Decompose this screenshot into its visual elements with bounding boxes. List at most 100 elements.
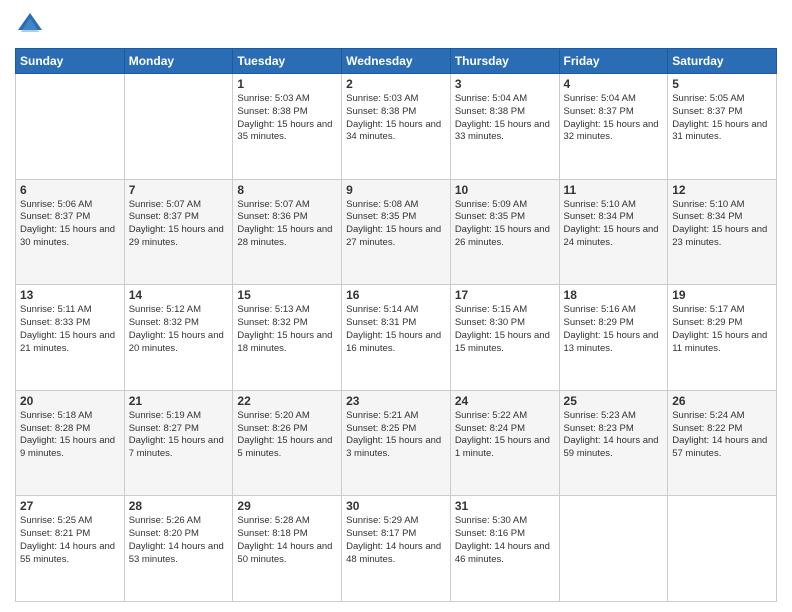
cell-info: Sunrise: 5:13 AM Sunset: 8:32 PM Dayligh…	[237, 304, 337, 355]
calendar-cell: 21Sunrise: 5:19 AM Sunset: 8:27 PM Dayli…	[124, 390, 233, 496]
cell-info: Sunrise: 5:03 AM Sunset: 8:38 PM Dayligh…	[346, 93, 446, 144]
cell-info: Sunrise: 5:10 AM Sunset: 8:34 PM Dayligh…	[564, 199, 664, 250]
calendar-cell: 6 Sunrise: 5:06 AM Sunset: 8:37 PM Daylig…	[16, 179, 125, 285]
day-number: 11	[564, 183, 664, 197]
calendar-cell: 26 Sunrise: 5:24 AM Sunset: 8:22 PM Dayli…	[668, 390, 777, 496]
day-number: 15	[237, 288, 337, 302]
calendar-cell	[16, 74, 125, 180]
day-number: 1	[237, 77, 337, 91]
calendar-cell: 2 Sunrise: 5:03 AM Sunset: 8:38 PM Daylig…	[342, 74, 451, 180]
weekday-header: Monday	[124, 49, 233, 74]
cell-info: Sunrise: 5:11 AM Sunset: 8:33 PM Dayligh…	[20, 304, 120, 355]
calendar-cell: 29 Sunrise: 5:28 AM Sunset: 8:18 PM Dayli…	[233, 496, 342, 602]
day-number: 17	[455, 288, 555, 302]
cell-info: Sunrise: 5:04 AM Sunset: 8:38 PM Dayligh…	[455, 93, 555, 144]
calendar-cell: 10 Sunrise: 5:09 AM Sunset: 8:35 PM Dayli…	[450, 179, 559, 285]
day-number: 10	[455, 183, 555, 197]
calendar-cell: 4 Sunrise: 5:04 AM Sunset: 8:37 PM Daylig…	[559, 74, 668, 180]
calendar-table: SundayMondayTuesdayWednesdayThursdayFrid…	[15, 48, 777, 602]
calendar-cell: 13Sunrise: 5:11 AM Sunset: 8:33 PM Dayli…	[16, 285, 125, 391]
calendar-cell: 18 Sunrise: 5:16 AM Sunset: 8:29 PM Dayli…	[559, 285, 668, 391]
calendar-cell: 23 Sunrise: 5:21 AM Sunset: 8:25 PM Dayli…	[342, 390, 451, 496]
header	[15, 10, 777, 40]
day-number: 25	[564, 394, 664, 408]
cell-info: Sunrise: 5:24 AM Sunset: 8:22 PM Dayligh…	[672, 410, 772, 461]
day-number: 20	[20, 394, 120, 408]
cell-info: Sunrise: 5:18 AM Sunset: 8:28 PM Dayligh…	[20, 410, 120, 461]
day-number: 14	[129, 288, 229, 302]
calendar-week-row: 13Sunrise: 5:11 AM Sunset: 8:33 PM Dayli…	[16, 285, 777, 391]
cell-info: Sunrise: 5:15 AM Sunset: 8:30 PM Dayligh…	[455, 304, 555, 355]
calendar-cell	[668, 496, 777, 602]
calendar-cell: 7 Sunrise: 5:07 AM Sunset: 8:37 PM Daylig…	[124, 179, 233, 285]
calendar-cell: 24 Sunrise: 5:22 AM Sunset: 8:24 PM Dayli…	[450, 390, 559, 496]
calendar-cell: 11 Sunrise: 5:10 AM Sunset: 8:34 PM Dayli…	[559, 179, 668, 285]
weekday-header: Tuesday	[233, 49, 342, 74]
day-number: 4	[564, 77, 664, 91]
day-number: 19	[672, 288, 772, 302]
calendar-cell	[124, 74, 233, 180]
cell-info: Sunrise: 5:22 AM Sunset: 8:24 PM Dayligh…	[455, 410, 555, 461]
calendar-cell: 27 Sunrise: 5:25 AM Sunset: 8:21 PM Dayli…	[16, 496, 125, 602]
calendar-cell: 17 Sunrise: 5:15 AM Sunset: 8:30 PM Dayli…	[450, 285, 559, 391]
day-number: 24	[455, 394, 555, 408]
cell-info: Sunrise: 5:29 AM Sunset: 8:17 PM Dayligh…	[346, 515, 446, 566]
cell-info: Sunrise: 5:17 AM Sunset: 8:29 PM Dayligh…	[672, 304, 772, 355]
calendar-cell: 31 Sunrise: 5:30 AM Sunset: 8:16 PM Dayli…	[450, 496, 559, 602]
page: SundayMondayTuesdayWednesdayThursdayFrid…	[0, 0, 792, 612]
calendar-cell: 12 Sunrise: 5:10 AM Sunset: 8:34 PM Dayli…	[668, 179, 777, 285]
cell-info: Sunrise: 5:10 AM Sunset: 8:34 PM Dayligh…	[672, 199, 772, 250]
cell-info: Sunrise: 5:28 AM Sunset: 8:18 PM Dayligh…	[237, 515, 337, 566]
day-number: 31	[455, 499, 555, 513]
cell-info: Sunrise: 5:04 AM Sunset: 8:37 PM Dayligh…	[564, 93, 664, 144]
cell-info: Sunrise: 5:06 AM Sunset: 8:37 PM Dayligh…	[20, 199, 120, 250]
calendar-header-row: SundayMondayTuesdayWednesdayThursdayFrid…	[16, 49, 777, 74]
cell-info: Sunrise: 5:25 AM Sunset: 8:21 PM Dayligh…	[20, 515, 120, 566]
calendar-cell: 22Sunrise: 5:20 AM Sunset: 8:26 PM Dayli…	[233, 390, 342, 496]
day-number: 6	[20, 183, 120, 197]
day-number: 2	[346, 77, 446, 91]
day-number: 7	[129, 183, 229, 197]
cell-info: Sunrise: 5:14 AM Sunset: 8:31 PM Dayligh…	[346, 304, 446, 355]
day-number: 16	[346, 288, 446, 302]
day-number: 27	[20, 499, 120, 513]
day-number: 30	[346, 499, 446, 513]
day-number: 23	[346, 394, 446, 408]
weekday-header: Thursday	[450, 49, 559, 74]
weekday-header: Sunday	[16, 49, 125, 74]
cell-info: Sunrise: 5:19 AM Sunset: 8:27 PM Dayligh…	[129, 410, 229, 461]
cell-info: Sunrise: 5:07 AM Sunset: 8:37 PM Dayligh…	[129, 199, 229, 250]
calendar-cell: 19 Sunrise: 5:17 AM Sunset: 8:29 PM Dayli…	[668, 285, 777, 391]
cell-info: Sunrise: 5:23 AM Sunset: 8:23 PM Dayligh…	[564, 410, 664, 461]
calendar-cell: 1Sunrise: 5:03 AM Sunset: 8:38 PM Daylig…	[233, 74, 342, 180]
day-number: 22	[237, 394, 337, 408]
weekday-header: Saturday	[668, 49, 777, 74]
day-number: 12	[672, 183, 772, 197]
cell-info: Sunrise: 5:09 AM Sunset: 8:35 PM Dayligh…	[455, 199, 555, 250]
logo-icon	[15, 10, 45, 40]
weekday-header: Wednesday	[342, 49, 451, 74]
day-number: 3	[455, 77, 555, 91]
day-number: 18	[564, 288, 664, 302]
day-number: 28	[129, 499, 229, 513]
calendar-week-row: 20 Sunrise: 5:18 AM Sunset: 8:28 PM Dayli…	[16, 390, 777, 496]
day-number: 29	[237, 499, 337, 513]
calendar-cell: 8Sunrise: 5:07 AM Sunset: 8:36 PM Daylig…	[233, 179, 342, 285]
cell-info: Sunrise: 5:08 AM Sunset: 8:35 PM Dayligh…	[346, 199, 446, 250]
cell-info: Sunrise: 5:21 AM Sunset: 8:25 PM Dayligh…	[346, 410, 446, 461]
cell-info: Sunrise: 5:26 AM Sunset: 8:20 PM Dayligh…	[129, 515, 229, 566]
calendar-cell: 28 Sunrise: 5:26 AM Sunset: 8:20 PM Dayli…	[124, 496, 233, 602]
calendar-cell: 5Sunrise: 5:05 AM Sunset: 8:37 PM Daylig…	[668, 74, 777, 180]
cell-info: Sunrise: 5:16 AM Sunset: 8:29 PM Dayligh…	[564, 304, 664, 355]
calendar-cell	[559, 496, 668, 602]
day-number: 26	[672, 394, 772, 408]
cell-info: Sunrise: 5:30 AM Sunset: 8:16 PM Dayligh…	[455, 515, 555, 566]
weekday-header: Friday	[559, 49, 668, 74]
calendar-cell: 3 Sunrise: 5:04 AM Sunset: 8:38 PM Daylig…	[450, 74, 559, 180]
calendar-cell: 25 Sunrise: 5:23 AM Sunset: 8:23 PM Dayli…	[559, 390, 668, 496]
calendar-week-row: 1 Sunrise: 5:03 AM Sunset: 8:38 PM Daylig…	[16, 74, 777, 180]
day-number: 9	[346, 183, 446, 197]
day-number: 5	[672, 77, 772, 91]
cell-info: Sunrise: 5:07 AM Sunset: 8:36 PM Dayligh…	[237, 199, 337, 250]
cell-info: Sunrise: 5:12 AM Sunset: 8:32 PM Dayligh…	[129, 304, 229, 355]
